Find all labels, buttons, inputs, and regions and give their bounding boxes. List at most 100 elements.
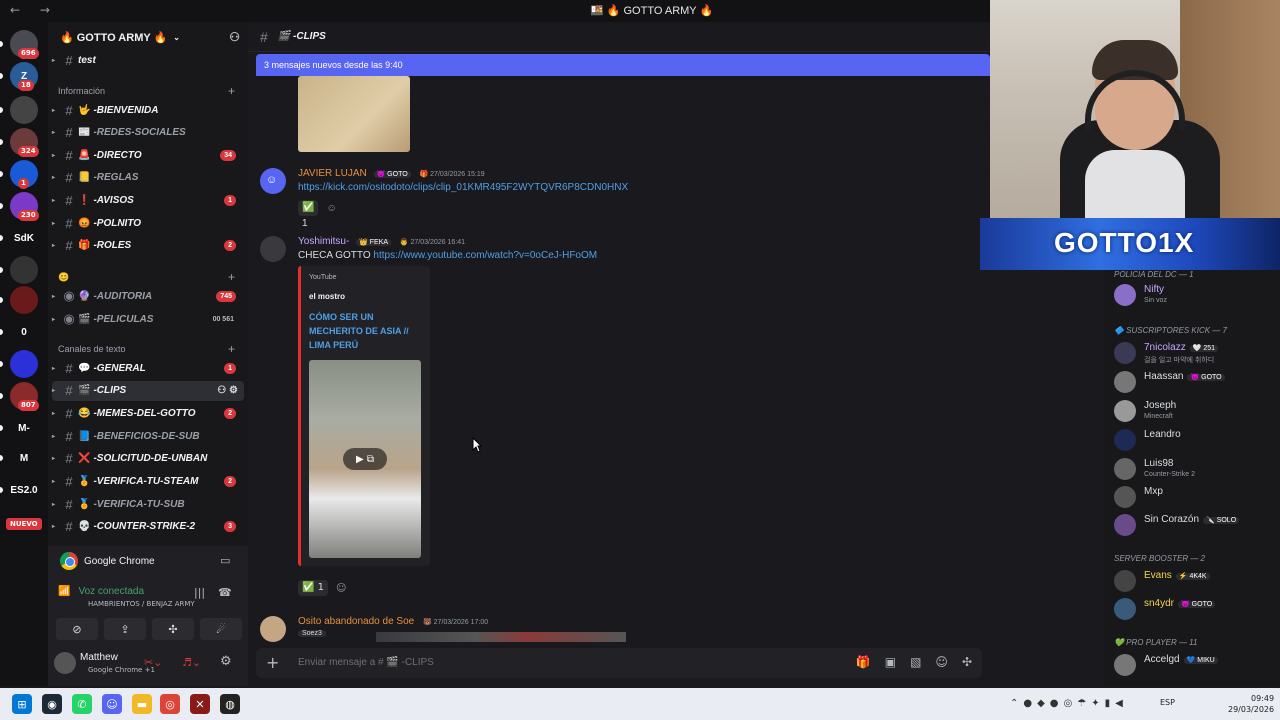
dota-icon[interactable]: ✕ [190, 694, 210, 714]
member-row[interactable]: Haassan 😈 GOTO [1114, 369, 1278, 395]
member-row[interactable]: sn4ydr 😈 GOTO [1114, 596, 1278, 622]
author-avatar[interactable] [260, 236, 286, 262]
previous-clip-thumbnail[interactable] [298, 76, 410, 152]
server-icon[interactable]: M [10, 444, 38, 472]
sticker-icon[interactable]: ▧ [910, 655, 921, 669]
deafen-icon[interactable]: ♬⌄ [182, 656, 201, 669]
noise-icon[interactable]: ||| [194, 586, 205, 599]
channel-item[interactable]: ▸ # 💬 -GENERAL 1 [52, 358, 244, 378]
channel-item[interactable]: ▸ # ❗ -AVISOS 1 [52, 190, 244, 210]
server-icon[interactable]: M- [10, 414, 38, 442]
server-icon[interactable]: ES2.0 [10, 476, 38, 504]
server-badge: 807 [18, 400, 39, 411]
member-row[interactable]: Nifty Sin voz [1114, 282, 1278, 308]
channel-item[interactable]: ▸ # 💀 -COUNTER-STRIKE-2 3 [52, 517, 244, 537]
activities-button[interactable]: ✣ [152, 618, 194, 640]
folder-icon[interactable]: ▬ [132, 694, 152, 714]
add-channel-icon[interactable]: + [228, 84, 235, 98]
server-icon[interactable]: SdK [10, 224, 38, 252]
author-name[interactable]: Yoshimitsu- [298, 236, 349, 247]
channel-item[interactable]: ▸ # ❌ -SOLICITUD-DE-UNBAN [52, 449, 244, 469]
channel-category[interactable]: 😊 + [58, 270, 235, 284]
add-reaction-icon[interactable]: ☺ [326, 203, 336, 214]
user-avatar[interactable] [54, 652, 76, 674]
server-icon[interactable]: 0 [10, 318, 38, 346]
nuevo-badge[interactable]: NUEVO [6, 518, 42, 530]
channel-settings-icon[interactable]: ⚇ ⚙ [217, 385, 238, 396]
embed-author[interactable]: el mostro [309, 292, 345, 301]
member-row[interactable]: Sin Corazón 🔪 SOLO [1114, 512, 1278, 538]
message-link[interactable]: https://www.youtube.com/watch?v=0oCeJ-HF… [373, 250, 597, 261]
gif-icon[interactable]: ▣ [885, 655, 896, 669]
add-attachment-icon[interactable]: + [266, 653, 279, 672]
member-row[interactable]: Joseph Minecraft [1114, 398, 1278, 424]
nav-arrows[interactable]: ← → [10, 3, 58, 17]
new-messages-bar[interactable]: 3 mensajes nuevos desde las 9:40 [256, 54, 990, 76]
camera-off-button[interactable]: ⊘ [56, 618, 98, 640]
message-composer[interactable]: + Enviar mensaje a # 🎬 -CLIPS 🎁 ▣ ▧ ☺ ✣ [256, 648, 982, 678]
message-link[interactable]: https://kick.com/ositodoto/clips/clip_01… [298, 182, 628, 193]
chrome-icon[interactable]: ◎ [160, 694, 180, 714]
server-icon[interactable] [10, 350, 38, 378]
tray-icons[interactable]: ⌃●◆●◎☂✦▮◀ [1010, 698, 1128, 709]
disconnect-icon[interactable]: ☎ [218, 586, 232, 599]
server-icon[interactable] [10, 256, 38, 284]
language-indicator[interactable]: ESP [1160, 698, 1175, 707]
member-row[interactable]: Accelgd 💙 MIKU [1114, 652, 1278, 678]
channel-item[interactable]: ▸ # 😂 -MEMES-DEL-GOTTO 2 [52, 403, 244, 423]
server-header[interactable]: 🔥 GOTTO ARMY 🔥 ⌄ ⚇ [48, 22, 248, 52]
author-avatar[interactable] [260, 616, 286, 642]
author-name[interactable]: JAVIER LUJAN [298, 168, 367, 179]
channel-item[interactable]: ▸ # 📘 -BENEFICIOS-DE-SUB [52, 426, 244, 446]
member-row[interactable]: Evans ⚡ 4K4K [1114, 568, 1278, 594]
member-row[interactable]: Luis98 Counter-Strike 2 [1114, 456, 1278, 482]
check-reaction[interactable]: ✅ 1 [298, 580, 329, 596]
server-icon[interactable] [10, 286, 38, 314]
channel-item[interactable]: ▸ # 🤟 -BIENVENIDA [52, 100, 244, 120]
whatsapp-icon[interactable]: ✆ [72, 694, 92, 714]
clock[interactable]: 09:49 29/03/2026 [1228, 693, 1274, 715]
channel-item[interactable]: ▸ # 🏅 -VERIFICA-TU-STEAM 2 [52, 472, 244, 492]
emoji-icon[interactable]: ☺ [935, 655, 948, 669]
share-screen-button[interactable]: ⇪ [104, 618, 146, 640]
channel-item[interactable]: ▸ ◉ 🎬 -PELICULAS 00 561 [52, 309, 244, 329]
soundboard-button[interactable]: ☄ [200, 618, 242, 640]
channel-item[interactable]: ▸ # test [52, 50, 244, 70]
add-channel-icon[interactable]: + [228, 270, 235, 284]
channel-item[interactable]: ▸ # 📒 -REGLAS [52, 168, 244, 188]
discord-icon[interactable]: ☺ [102, 694, 122, 714]
channel-category[interactable]: Canales de texto + [58, 342, 235, 356]
unread-pip [0, 267, 3, 273]
embed-video-thumbnail[interactable]: ▶ ⧉ [309, 360, 421, 558]
add-reaction-icon[interactable]: ☺ [336, 583, 346, 594]
channel-item[interactable]: ▸ # 😡 -POLNITO [52, 213, 244, 233]
settings-gear-icon[interactable]: ⚙ [220, 654, 232, 669]
mic-muted-icon[interactable]: ✂⌄ [144, 656, 162, 669]
channel-item[interactable]: ▸ # 📰 -REDES-SOCIALES [52, 123, 244, 143]
check-reaction[interactable]: ✅ 1 [298, 200, 319, 229]
start-icon[interactable]: ⊞ [12, 694, 32, 714]
voice-location[interactable]: HAMBRIENTOS / BENJAZ ARMY [88, 600, 195, 608]
embed-provider[interactable]: YouTube [309, 274, 337, 281]
embed-title[interactable]: CÓMO SER UN MECHERITO DE ASIA // LIMA PE… [309, 310, 419, 352]
channel-item[interactable]: ▸ # 🚨 -DIRECTO 34 [52, 145, 244, 165]
member-row[interactable]: Leandro [1114, 427, 1278, 453]
channel-item[interactable]: ▸ # 🏅 -VERIFICA-TU-SUB [52, 494, 244, 514]
gift-icon[interactable]: 🎁 [856, 655, 871, 669]
channel-category[interactable]: Información + [58, 84, 235, 98]
app-icon[interactable]: ◍ [220, 694, 240, 714]
channel-item[interactable]: ▸ ◉ 🔮 -AUDITORIA 745 [52, 286, 244, 306]
apps-icon[interactable]: ✣ [962, 655, 972, 669]
member-row[interactable]: 7nicolazz 🤍 251 걸을 일고 마약에 취하디 [1114, 340, 1278, 366]
channel-item[interactable]: ▸ # 🎁 -ROLES 2 [52, 236, 244, 256]
add-channel-icon[interactable]: + [228, 342, 235, 356]
screen-share-icon[interactable]: ▭ [220, 554, 230, 567]
play-icon[interactable]: ▶ ⧉ [343, 448, 387, 470]
attachment-preview[interactable] [376, 632, 626, 642]
channel-item[interactable]: ▸ # 🎬 -CLIPS ⚇ ⚙ [52, 380, 244, 401]
server-icon[interactable] [10, 96, 38, 124]
steam-icon[interactable]: ◉ [42, 694, 62, 714]
member-row[interactable]: Mxp [1114, 484, 1278, 510]
author-name[interactable]: Osito abandonado de Soe [298, 616, 414, 627]
add-member-icon[interactable]: ⚇ [229, 30, 240, 44]
